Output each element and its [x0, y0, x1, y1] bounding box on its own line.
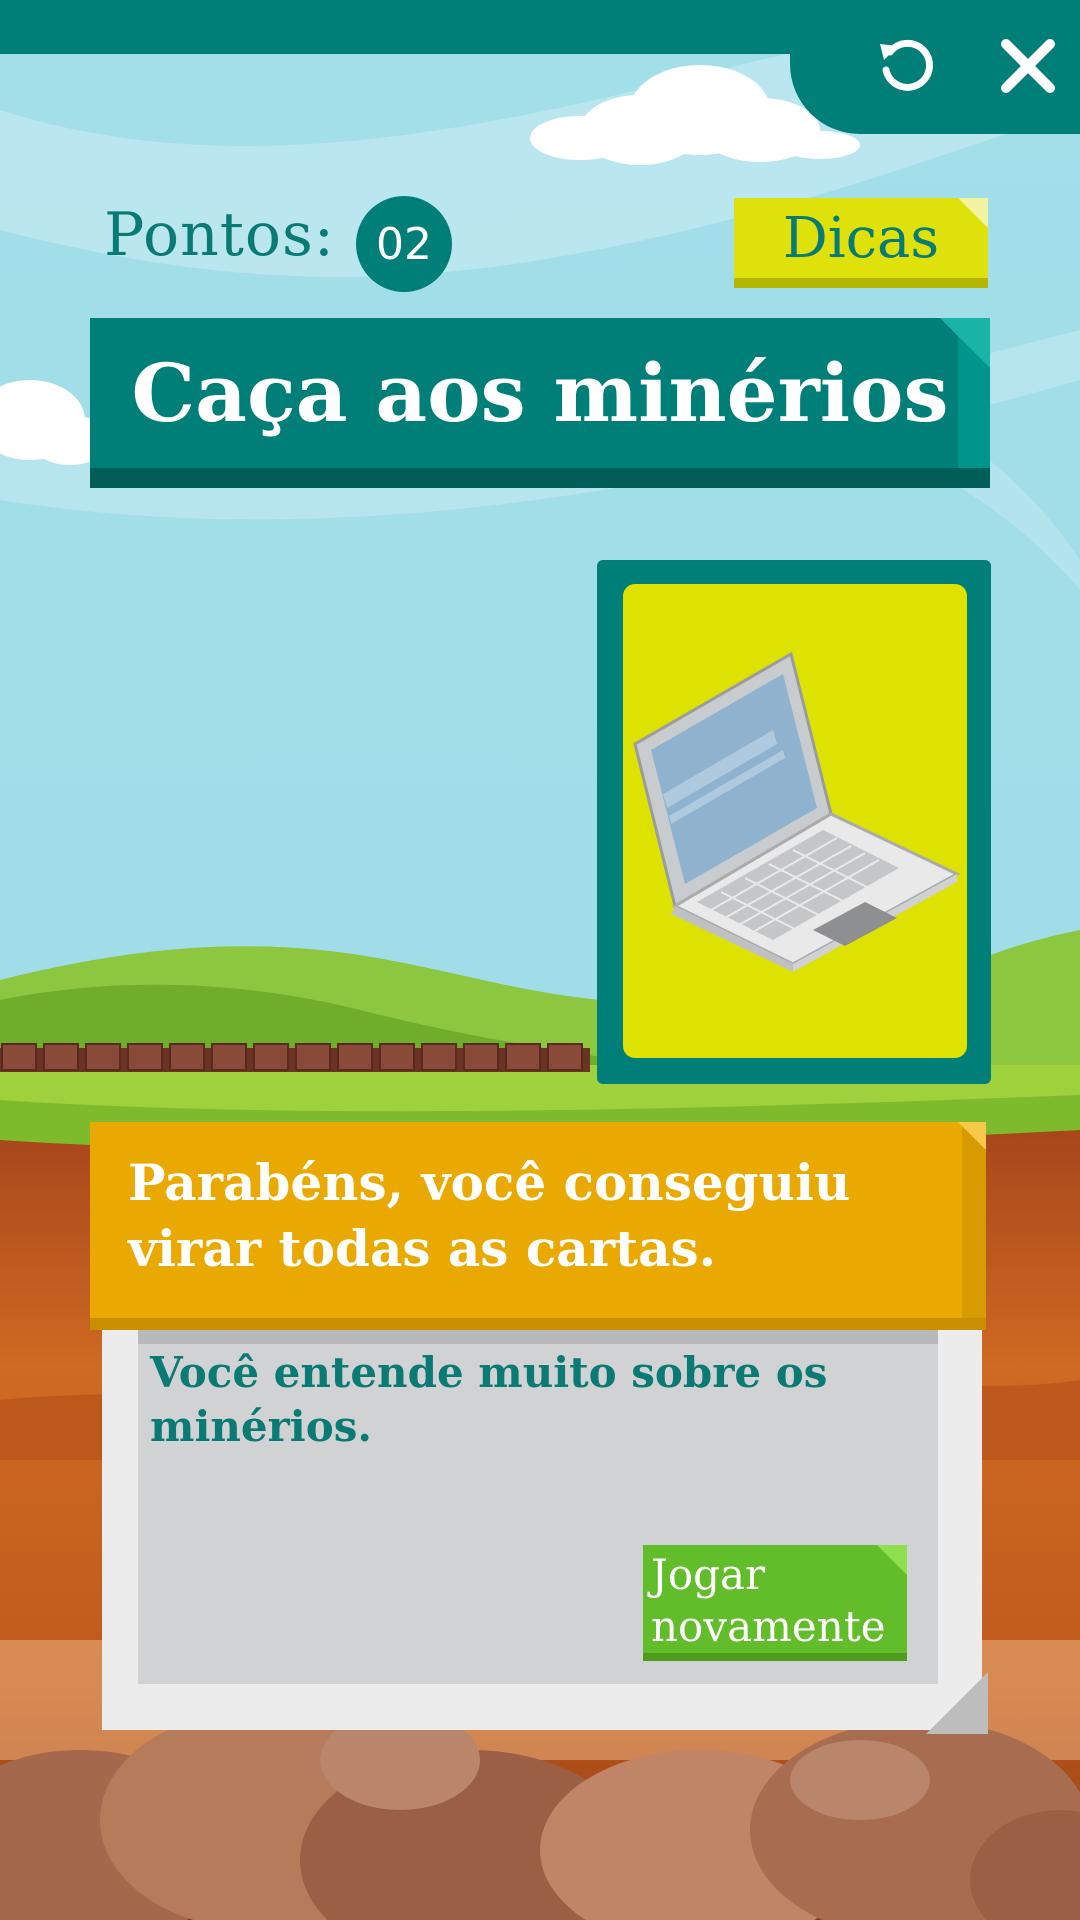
- message-header-shadow: [90, 1318, 986, 1330]
- memory-card-face: [623, 584, 967, 1058]
- message-page-curl: [926, 1672, 988, 1734]
- message-panel-divider: [138, 1330, 938, 1344]
- close-icon: [1001, 39, 1055, 93]
- title-banner-shadow: [90, 468, 990, 488]
- ore-carts: [1, 1043, 583, 1071]
- message-title: Parabéns, você conseguiu virar todas as …: [128, 1153, 851, 1278]
- message-body: Você entende muito sobre os minérios.: [150, 1348, 828, 1451]
- close-button[interactable]: [988, 26, 1068, 106]
- play-again-button[interactable]: Jogar novamente: [643, 1545, 907, 1661]
- hints-corner-fold: [958, 198, 988, 228]
- message-corner-fold: [958, 1122, 986, 1150]
- laptop-icon: [633, 651, 961, 972]
- restart-icon: [880, 39, 933, 91]
- score-label: Pontos:: [104, 200, 335, 270]
- score-badge: 02: [356, 196, 452, 292]
- restart-button[interactable]: [866, 26, 946, 106]
- message-header-side: [962, 1122, 986, 1328]
- hints-button[interactable]: Dicas: [734, 198, 988, 288]
- page-title: Caça aos minérios: [131, 346, 949, 440]
- play-again-corner-fold: [877, 1545, 907, 1575]
